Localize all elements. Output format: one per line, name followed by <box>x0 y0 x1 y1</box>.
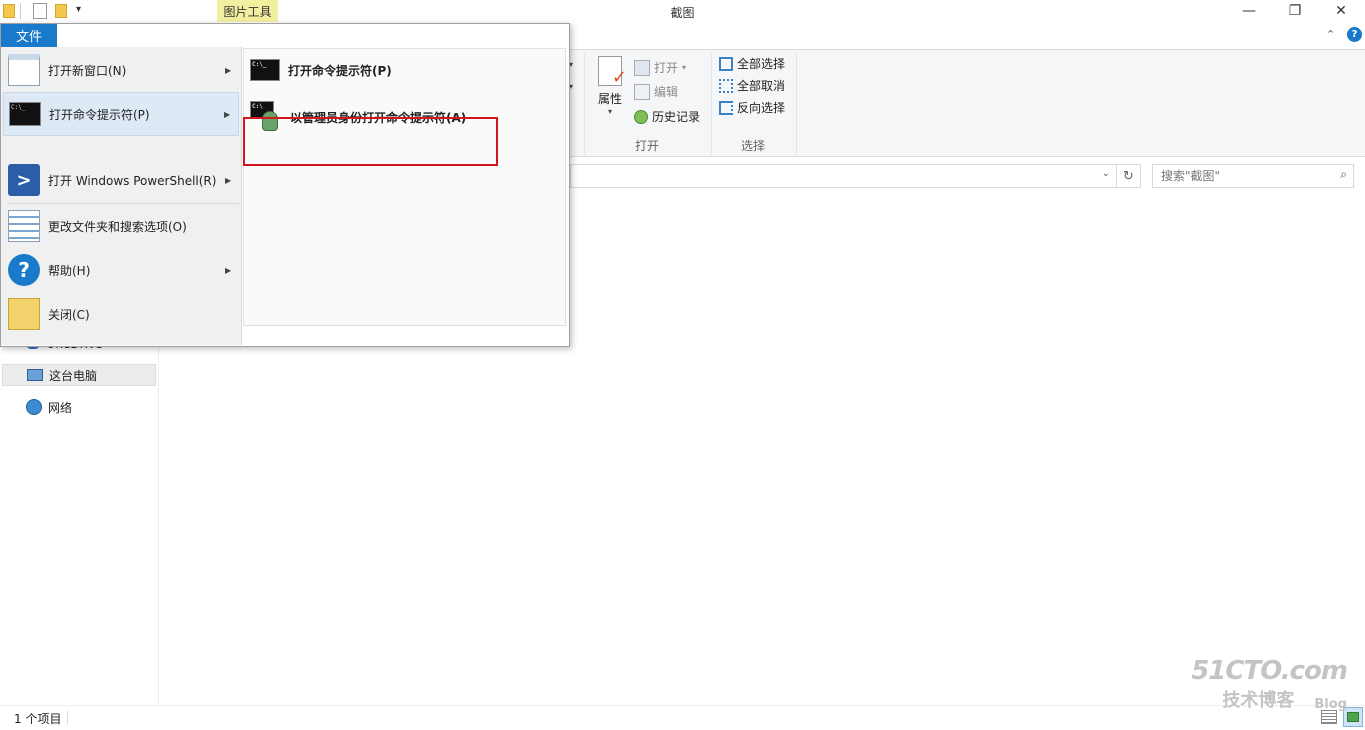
new-window-icon <box>8 54 40 86</box>
menu-item-open-powershell[interactable]: > 打开 Windows PowerShell(R) ▶ <box>3 159 239 201</box>
open-group-label: 打开 <box>635 139 660 153</box>
select-none-button[interactable]: 全部取消 <box>719 77 785 94</box>
select-group-label: 选择 <box>741 139 766 153</box>
restore-icon: ❐ <box>1288 3 1302 19</box>
watermark-line1: 51CTO.com <box>1191 656 1348 686</box>
cmd-icon: C:\_ <box>9 98 41 130</box>
history-icon <box>634 109 648 124</box>
group-divider <box>711 54 712 154</box>
nav-label: 这台电脑 <box>49 368 98 383</box>
submenu-arrow-icon: ▶ <box>225 175 232 185</box>
search-box[interactable]: ⌕ <box>1152 164 1354 188</box>
menu-separator <box>7 203 239 204</box>
edit-button[interactable]: 编辑 <box>634 83 678 100</box>
select-none-icon <box>719 78 733 93</box>
close-button[interactable]: ✕ <box>1318 0 1364 22</box>
select-all-label: 全部选择 <box>737 57 786 71</box>
menu-item-close[interactable]: 关闭(C) <box>3 293 239 335</box>
status-bar: 1 个项目 <box>0 705 1365 730</box>
properties-dropdown-icon: ▾ <box>607 107 612 116</box>
edit-icon <box>634 83 650 100</box>
minimize-icon: — <box>1242 3 1256 19</box>
file-tab[interactable]: 文件 <box>1 24 57 47</box>
history-button[interactable]: 历史记录 <box>634 108 700 125</box>
item-count: 1 个项目 <box>14 712 62 726</box>
powershell-icon: > <box>8 164 40 196</box>
divider <box>67 711 68 725</box>
maximize-button[interactable]: ❐ <box>1272 0 1318 22</box>
details-view-icon[interactable] <box>1321 710 1337 724</box>
open-dropdown-icon: ▾ <box>682 63 687 72</box>
annotation-highlight-box <box>243 117 498 166</box>
menu-item-help[interactable]: ? 帮助(H) ▶ <box>3 249 239 291</box>
menu-item-open-cmd[interactable]: C:\_ 打开命令提示符(P) ▶ <box>3 92 239 136</box>
address-dropdown-icon[interactable]: ⌄ <box>1102 168 1110 179</box>
menu-item-label: 更改文件夹和搜索选项(O) <box>48 219 187 234</box>
search-input[interactable] <box>1159 167 1323 185</box>
properties-label: 属性 <box>597 92 622 106</box>
close-icon: ✕ <box>1335 3 1347 19</box>
watermark: 51CTO.com 技术博客 Blog <box>1191 656 1348 712</box>
menu-item-label: 打开新窗口(N) <box>48 63 127 78</box>
minimize-button[interactable]: — <box>1226 0 1272 22</box>
group-divider <box>796 54 797 154</box>
cmd-icon: C:\_ <box>250 59 280 81</box>
nav-item-this-pc[interactable]: 这台电脑 <box>2 364 156 386</box>
history-label: 历史记录 <box>652 110 701 124</box>
submenu-arrow-icon: ▶ <box>224 109 231 119</box>
submenu-arrow-icon: ▶ <box>225 265 232 275</box>
open-icon <box>634 59 650 76</box>
help-circle-icon: ? <box>8 254 40 286</box>
network-icon <box>26 399 42 415</box>
open-button[interactable]: 打开 ▾ <box>634 59 686 76</box>
select-none-label: 全部取消 <box>737 79 786 93</box>
menu-item-label: 帮助(H) <box>48 263 91 278</box>
file-menu: 文件 打开新窗口(N) ▶ C:\_ 打开命令提示符(P) ▶ > 打开 Win… <box>0 23 570 347</box>
picture-icon <box>1347 712 1359 722</box>
menu-item-label: 打开 Windows PowerShell(R) <box>48 173 217 188</box>
refresh-icon: ↻ <box>1123 168 1134 184</box>
group-divider <box>584 54 585 154</box>
properties-icon: ✓ <box>598 56 627 87</box>
edit-label: 编辑 <box>654 85 679 99</box>
invert-selection-button[interactable]: 反向选择 <box>719 99 785 116</box>
properties-button[interactable]: ✓ 属性 ▾ <box>594 56 627 116</box>
window-title: 截图 <box>670 6 695 20</box>
help-icon[interactable]: ? <box>1347 27 1362 42</box>
submenu-item-label: 打开命令提示符(P) <box>288 63 392 78</box>
open-label: 打开 <box>654 61 679 75</box>
menu-item-folder-options[interactable]: 更改文件夹和搜索选项(O) <box>3 205 239 247</box>
title-bar: ▾ 图片工具 截图 — ❐ ✕ <box>0 0 1365 24</box>
address-bar[interactable]: ⌄ <box>570 164 1141 188</box>
menu-item-label: 关闭(C) <box>48 307 90 322</box>
folder-options-icon <box>8 210 40 242</box>
menu-item-new-window[interactable]: 打开新窗口(N) ▶ <box>3 49 239 91</box>
menu-item-label: 打开命令提示符(P) <box>49 107 150 122</box>
select-all-icon <box>719 56 733 71</box>
nav-item-network[interactable]: 网络 <box>2 396 156 418</box>
select-all-button[interactable]: 全部选择 <box>719 55 785 72</box>
search-icon: ⌕ <box>1340 167 1347 181</box>
computer-icon <box>27 369 43 381</box>
watermark-line3: Blog <box>1314 697 1347 712</box>
submenu-item-open-cmd[interactable]: C:\_ 打开命令提示符(P) <box>250 59 392 81</box>
file-menu-left-column: 打开新窗口(N) ▶ C:\_ 打开命令提示符(P) ▶ > 打开 Window… <box>1 47 242 345</box>
submenu-arrow-icon: ▶ <box>225 65 232 75</box>
nav-label: 网络 <box>48 400 73 415</box>
invert-selection-icon <box>719 100 733 115</box>
watermark-line2: 技术博客 <box>1222 690 1295 711</box>
close-folder-icon <box>8 298 40 330</box>
file-menu-submenu: C:\_ 打开命令提示符(P) C:\ 以管理员身份打开命令提示符(A) <box>243 48 566 326</box>
invert-selection-label: 反向选择 <box>737 101 786 115</box>
collapse-ribbon-icon[interactable]: ⌃ <box>1326 28 1335 41</box>
refresh-button[interactable]: ↻ <box>1116 164 1140 188</box>
